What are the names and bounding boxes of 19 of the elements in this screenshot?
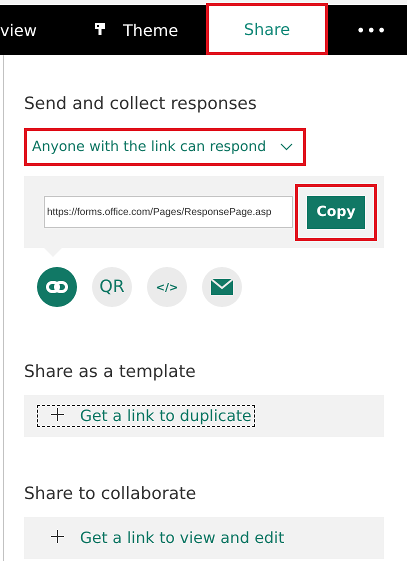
qr-button[interactable]: QR (92, 267, 132, 307)
action-link[interactable]: Get a link to duplicate (37, 405, 255, 427)
tab[interactable]: view (0, 5, 95, 55)
section-heading: Share as a template (24, 361, 197, 383)
tab[interactable]: Theme (95, 5, 206, 55)
copy-button[interactable]: Copy (307, 196, 365, 228)
section-heading: Send and collect responses (24, 93, 258, 115)
tab[interactable]: Share (206, 3, 328, 55)
section-heading: Share to collaborate (24, 483, 198, 505)
link-button[interactable] (37, 267, 77, 307)
mail-icon (211, 279, 233, 295)
email-button[interactable] (202, 267, 242, 307)
url-field[interactable]: https://forms.office.com/Pages/ResponsePage.asp (44, 196, 293, 228)
permission-dropdown[interactable]: Anyone with the link can respond (24, 128, 306, 166)
embed-button[interactable]: </> (147, 267, 187, 307)
action-link[interactable]: Get a link to view and edit (37, 527, 288, 549)
more-button[interactable]: ••• (356, 20, 388, 40)
link-icon (46, 281, 68, 293)
brush-icon (95, 23, 105, 37)
